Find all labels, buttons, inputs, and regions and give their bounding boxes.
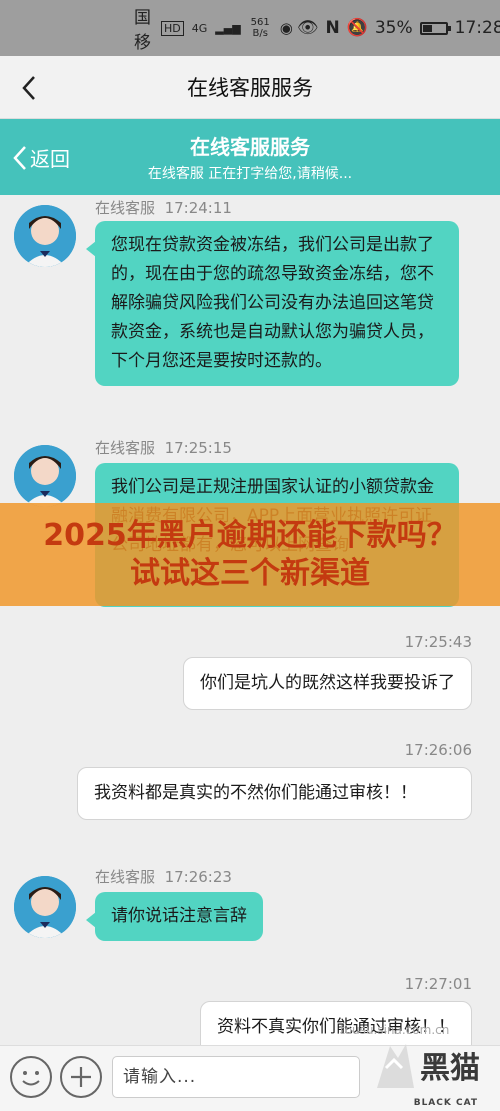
back-arrow-icon[interactable] [16,74,44,102]
black-cat-logo: 黑猫 [372,1038,492,1093]
banner-text: 2025年黑户逾期还能下款吗？试试这三个新渠道 [43,517,457,591]
eye-icon: 👁 [296,18,319,38]
message-time: 17:26:06 [404,741,472,759]
agent-avatar [14,876,76,938]
smiley-icon [22,1071,40,1086]
page-title: 在线客服服务 [187,76,313,100]
message-sender: 在线客服 17:24:11 [95,199,232,217]
network-icon: 4G [191,21,208,35]
chat-title: 在线客服服务 [190,135,310,159]
message-bubble-agent: 您现在贷款资金被冻结，我们公司是出款了的，现在由于您的疏忽导致资金冻结，您不解除… [86,221,459,386]
promo-banner[interactable]: 2025年黑户逾期还能下款吗？试试这三个新渠道 [0,503,500,606]
agent-avatar [14,205,76,267]
message-bubble-agent: 请你说话注意言辞 [86,892,263,941]
status-bar: 中国移动 HD 4G ▂▄▆ 561B/s ◉ 👁 N 🔕 35% 17:28 [0,0,500,78]
add-button[interactable] [60,1056,102,1098]
agent-avatar [14,445,76,507]
signal-icon: ▂▄▆ [215,21,241,35]
watermark: 黑猫 BLACK CAT [367,1028,492,1111]
chat-header: 返回 在线客服服务 在线客服 正在打字给您,请稍候... [0,119,500,195]
emoji-button[interactable] [10,1056,52,1098]
app-navbar: 在线客服服务 [0,56,500,119]
plus-icon [71,1067,91,1087]
nfc-icon: N [325,18,340,38]
mute-icon: 🔕 [346,18,368,38]
message-time: 17:25:43 [404,633,472,651]
hotspot-icon: ◉ [279,18,293,37]
battery-icon [419,21,451,35]
watermark-text: BLACK CAT [413,1098,478,1108]
message-sender: 在线客服 17:25:15 [95,439,232,457]
message-input[interactable]: 请输入... [112,1056,360,1098]
chat-subtitle: 在线客服 正在打字给您,请稍候... [147,166,353,182]
watermark-logo-text: 黑猫 [420,1051,480,1086]
message-sender: 在线客服 17:26:23 [95,868,232,886]
message-bubble-user: 你们是坑人的既然这样我要投诉了 [183,657,472,710]
message-time: 17:27:01 [404,975,472,993]
net-speed: 561 B/s [250,17,270,39]
message-bubble-user: 我资料都是真实的不然你们能通过审核！！ [77,767,472,820]
message-list[interactable]: 在线客服 17:24:11 您现在贷款资金被冻结，我们公司是出款了的，现在由于您… [0,195,500,1045]
battery-percent: 35% [374,18,413,38]
clock: 17:28 [454,18,500,38]
hd-badge: HD [161,20,184,36]
